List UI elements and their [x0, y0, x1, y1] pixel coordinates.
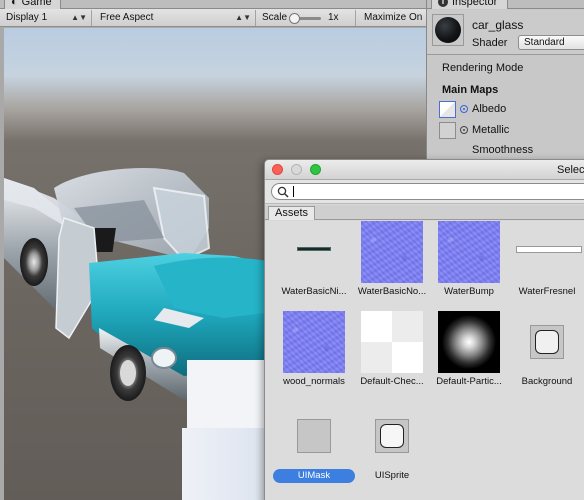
asset-label: WaterBump — [444, 286, 494, 297]
game-tab-label: Game — [21, 0, 52, 8]
asset-item[interactable]: WaterBasicNi... — [275, 221, 353, 311]
asset-item[interactable]: Default-Partic... — [430, 311, 508, 401]
text-caret — [293, 186, 294, 197]
asset-label: wood_normals — [283, 376, 345, 387]
inspector-tab-label: Inspector — [452, 0, 498, 8]
search-icon — [277, 186, 289, 198]
line-texture-thumbnail — [283, 221, 345, 283]
asset-label: Default-Partic... — [436, 376, 502, 387]
game-tab-icon: ◐ — [11, 0, 18, 8]
select-texture-window: Select Texture Assets WaterBasicNi... Wa… — [264, 159, 584, 500]
plain-sprite-thumbnail — [283, 405, 345, 467]
checker-texture-thumbnail — [361, 311, 423, 373]
asset-label: WaterBasicNo... — [357, 286, 427, 297]
albedo-object-picker-icon[interactable] — [460, 105, 468, 113]
scale-control: Scale 1x — [256, 10, 356, 26]
maximize-label: Maximize On — [364, 12, 423, 23]
select-tabs: Assets — [265, 205, 584, 220]
asset-item[interactable]: Default-Chec... — [353, 311, 431, 401]
car-headlight — [151, 347, 177, 369]
asset-label: Default-Chec... — [360, 376, 424, 387]
material-sphere-icon — [435, 17, 461, 43]
particle-texture-thumbnail — [438, 311, 500, 373]
search-input[interactable] — [271, 183, 584, 200]
asset-label: UISprite — [374, 470, 410, 481]
material-preview — [432, 14, 464, 46]
tab-assets[interactable]: Assets — [268, 206, 316, 220]
rounded-sprite-thumbnail — [516, 311, 578, 373]
cube-front — [182, 428, 266, 500]
fresnel-texture-thumbnail — [516, 221, 582, 283]
scale-value: 1x — [328, 12, 339, 23]
metallic-texture-slot[interactable] — [439, 122, 456, 139]
metallic-label: Metallic — [472, 124, 510, 136]
normal-map-thumbnail — [361, 221, 423, 283]
scale-slider[interactable] — [289, 13, 321, 24]
albedo-texture-slot[interactable] — [439, 101, 456, 118]
inspector-tabbar: i Inspector — [427, 0, 584, 9]
aspect-dropdown-label: Free Aspect — [100, 12, 154, 23]
asset-item[interactable]: wood_normals — [275, 311, 353, 401]
scale-slider-handle[interactable] — [289, 13, 300, 24]
rendering-mode-label: Rendering Mode — [442, 62, 524, 74]
asset-label: WaterBasicNi... — [281, 286, 347, 297]
rounded-sprite-thumbnail — [361, 405, 423, 467]
cube-top — [187, 360, 266, 428]
asset-label: Background — [521, 376, 573, 387]
info-icon: i — [438, 0, 448, 7]
close-window-button[interactable] — [272, 164, 283, 175]
aspect-dropdown[interactable]: Free Aspect ▲▼ — [94, 10, 256, 26]
shader-label: Shader — [472, 37, 508, 49]
asset-item[interactable]: WaterBump — [430, 221, 508, 311]
dropdown-arrows-icon: ▲▼ — [235, 13, 251, 22]
rear-wheel — [20, 238, 48, 286]
zoom-window-button[interactable] — [310, 164, 321, 175]
albedo-label: Albedo — [472, 103, 507, 115]
metallic-object-picker-icon[interactable] — [460, 126, 468, 134]
shader-dropdown[interactable]: Standard — [518, 35, 584, 50]
select-window-title: Select Texture — [557, 164, 584, 176]
dropdown-arrows-icon: ▲▼ — [71, 13, 87, 22]
asset-item[interactable]: Background — [508, 311, 584, 401]
display-dropdown[interactable]: Display 1 ▲▼ — [0, 10, 92, 26]
front-wheel-hub — [120, 360, 136, 386]
normal-map-thumbnail — [438, 221, 500, 283]
tab-game[interactable]: ◐ Game — [4, 0, 61, 9]
game-tabbar: ◐ Game — [0, 0, 426, 9]
maximize-on-play-toggle[interactable]: Maximize On — [358, 10, 426, 26]
select-searchbar — [265, 180, 584, 204]
material-name: car_glass — [472, 18, 524, 32]
asset-grid: WaterBasicNi... WaterBasicNo... WaterBum… — [265, 221, 584, 500]
minimize-window-button[interactable] — [291, 164, 302, 175]
scale-label: Scale — [262, 12, 288, 23]
asset-item[interactable]: WaterBasicNo... — [353, 221, 431, 311]
tab-inspector[interactable]: i Inspector — [431, 0, 509, 9]
smoothness-label: Smoothness — [472, 144, 534, 156]
asset-item[interactable]: UISprite — [353, 405, 431, 495]
normal-map-thumbnail — [283, 311, 345, 373]
main-maps-heading: Main Maps — [442, 84, 499, 96]
asset-item[interactable]: UIMask — [273, 405, 355, 495]
albedo-row: Albedo — [439, 100, 584, 119]
asset-label: WaterFresnel — [518, 286, 576, 297]
asset-item[interactable]: WaterFresnel — [508, 221, 584, 311]
select-window-titlebar[interactable]: Select Texture — [265, 160, 584, 180]
display-dropdown-label: Display 1 — [6, 12, 48, 23]
metallic-row: Metallic — [439, 121, 584, 140]
material-header: car_glass Shader Standard — [427, 10, 584, 55]
game-toolbar: Display 1 ▲▼ Free Aspect ▲▼ Scale 1x Max… — [0, 9, 426, 27]
asset-label-selected: UIMask — [273, 469, 355, 483]
